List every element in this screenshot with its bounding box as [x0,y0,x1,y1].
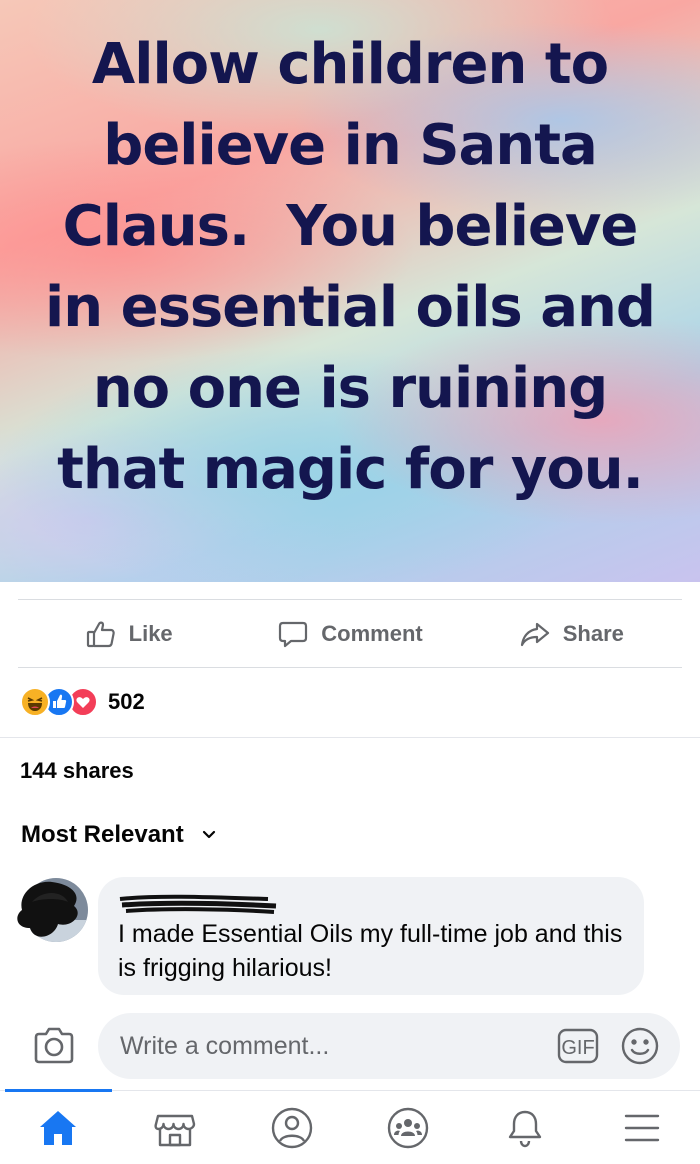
quote-line: no one is ruining [92,356,608,421]
comment-button[interactable]: Comment [239,618,460,650]
home-icon [40,1110,77,1145]
divider [0,737,700,738]
thumbs-up-icon [86,621,115,647]
marketplace-icon [154,1114,196,1146]
quote-line: Allow children to [91,32,609,97]
chevron-down-icon [202,830,215,839]
quote-line: that magic for you. [57,437,644,502]
bottom-nav [0,1088,700,1164]
groups-icon [388,1107,429,1148]
reaction-count: 502 [108,689,145,714]
notifications-icon [508,1110,542,1147]
post-quote: Allow children to believe in Santa Claus… [30,24,670,510]
redaction-scribble [119,894,277,914]
comment-icon [279,621,308,647]
post-image[interactable]: Allow children to believe in Santa Claus… [0,0,700,582]
reaction-summary[interactable]: 502 [20,684,145,720]
emoji-icon[interactable] [620,1026,660,1066]
post-action-bar: Like Comment Share [18,600,682,667]
nav-notifications[interactable] [467,1091,584,1164]
camera-icon[interactable] [32,1025,76,1065]
nav-marketplace[interactable] [117,1091,234,1164]
share-arrow-icon [520,622,549,646]
quote-line: in essential oils and [45,275,656,340]
like-button[interactable]: Like [18,618,239,650]
avatar[interactable] [12,876,90,944]
share-count[interactable]: 144 shares [20,758,134,784]
divider [18,667,682,668]
comment-placeholder: Write a comment... [120,1031,330,1060]
nav-home[interactable] [0,1088,117,1164]
share-label: Share [562,620,624,646]
comment-bubble[interactable]: I made Essential Oils my full-time job a… [98,877,644,995]
nav-menu[interactable] [583,1091,700,1164]
gif-icon[interactable]: GIF [557,1028,599,1064]
svg-text:GIF: GIF [561,1037,594,1059]
profile-icon [271,1107,312,1148]
comment-label: Comment [321,620,423,646]
commenter-name-redacted[interactable] [118,889,624,917]
quote-line: believe in Santa [103,113,598,178]
haha-icon [20,687,50,717]
nav-groups[interactable] [350,1091,467,1164]
quote-line: Claus. You believe [62,194,639,259]
sort-label: Most Relevant [21,821,184,848]
menu-icon [624,1114,659,1141]
like-label: Like [128,620,173,646]
nav-profile[interactable] [233,1091,350,1164]
comment-text: I made Essential Oils my full-time job a… [118,920,623,982]
share-button[interactable]: Share [461,618,682,650]
comment-sort-dropdown[interactable]: Most Relevant [21,821,218,849]
